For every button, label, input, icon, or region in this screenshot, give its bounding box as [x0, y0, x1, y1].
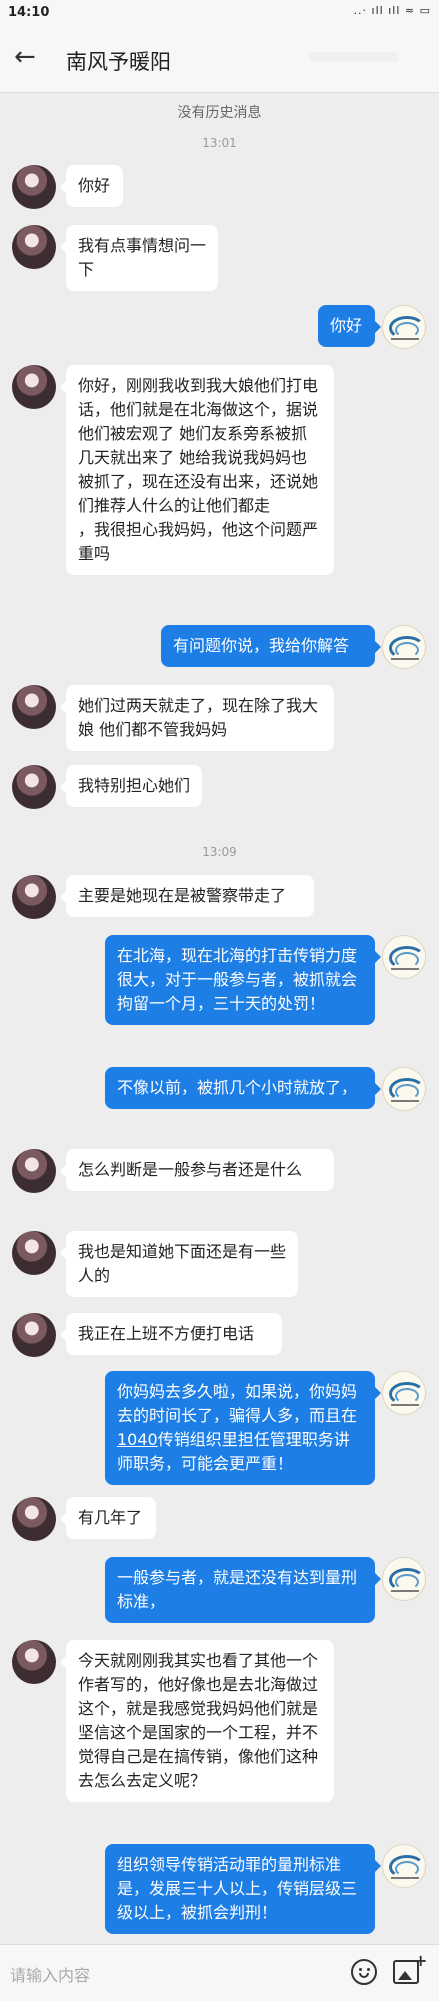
message-bubble-right[interactable]: 有问题你说，我给你解答 [161, 625, 381, 667]
contact-avatar[interactable] [12, 365, 56, 409]
message-bubble-left[interactable]: 我也是知道她下面还是有一些人的 [60, 1231, 298, 1297]
message-bubble-left[interactable]: 有几年了 [60, 1497, 156, 1539]
status-bar: 14:10 ..· ıll ıll ≈ ▭ [0, 0, 439, 28]
chat-title: 南风予暖阳 [66, 50, 171, 74]
contact-avatar[interactable] [12, 875, 56, 919]
own-avatar[interactable] [382, 1844, 426, 1888]
message-bubble-right[interactable]: 组织领导传销活动罪的量刑标准是，发展三十人以上，传销层级三级以上，被抓会判刑！ [105, 1844, 381, 1934]
message-bubble-right[interactable]: 你妈妈去多久啦，如果说，你妈妈去的时间长了，骗得人多，而且在1040传销组织里担… [105, 1371, 381, 1485]
plus-icon: + [414, 1951, 428, 1970]
contact-avatar[interactable] [12, 225, 56, 269]
own-avatar[interactable] [382, 935, 426, 979]
message-bubble-left[interactable]: 我特别担心她们 [60, 765, 202, 807]
timestamp-2: 13:09 [202, 845, 237, 859]
contact-avatar[interactable] [12, 685, 56, 729]
message-bubble-left[interactable]: 你好 [60, 165, 123, 207]
header-blur [309, 52, 399, 62]
message-bubble-left[interactable]: 我有点事情想问一下 [60, 225, 218, 291]
number-link[interactable]: 1040 [117, 1430, 158, 1449]
message-bubble-right[interactable]: 你好 [318, 305, 381, 347]
contact-avatar[interactable] [12, 1640, 56, 1684]
message-bubble-left[interactable]: 我正在上班不方便打电话 [60, 1313, 282, 1355]
message-bubble-left[interactable]: 今天就刚刚我其实也看了其他一个作者写的，他好像也是去北海做过这个，就是我感觉我妈… [60, 1640, 334, 1802]
emoji-icon[interactable] [351, 1959, 377, 1985]
contact-avatar[interactable] [12, 1149, 56, 1193]
own-avatar[interactable] [382, 1067, 426, 1111]
message-composer: 请输入内容 + [0, 1944, 439, 2001]
timestamp-1: 13:01 [202, 136, 237, 150]
own-avatar[interactable] [382, 625, 426, 669]
contact-avatar[interactable] [12, 1313, 56, 1357]
own-avatar[interactable] [382, 305, 426, 349]
message-input[interactable]: 请输入内容 [10, 1962, 90, 1986]
contact-avatar[interactable] [12, 1231, 56, 1275]
no-history-notice: 没有历史消息 [177, 105, 262, 121]
chat-header: ← 南风予暖阳 [0, 28, 439, 93]
own-avatar[interactable] [382, 1371, 426, 1415]
status-indicators: ..· ıll ıll ≈ ▭ [353, 4, 431, 17]
message-bubble-right[interactable]: 一般参与者，就是还没有达到量刑标准， [105, 1557, 381, 1623]
message-bubble-left[interactable]: 主要是她现在是被警察带走了 [60, 875, 314, 917]
message-bubble-right[interactable]: 不像以前，被抓几个小时就放了， [105, 1067, 381, 1109]
own-avatar[interactable] [382, 1557, 426, 1601]
message-text: 你妈妈去多久啦，如果说，你妈妈去的时间长了，骗得人多，而且在 [117, 1382, 358, 1425]
message-bubble-left[interactable]: 她们过两天就走了，现在除了我大娘 他们都不管我妈妈 [60, 685, 334, 751]
message-bubble-left[interactable]: 你好，刚刚我收到我大娘他们打电话，他们就是在北海做这个，据说他们被宏观了 她们友… [60, 365, 334, 575]
message-bubble-right[interactable]: 在北海，现在北海的打击传销力度很大，对于一般参与者，被抓就会拘留一个月，三十天的… [105, 935, 381, 1025]
arrow-left-icon[interactable]: ← [14, 40, 36, 74]
contact-avatar[interactable] [12, 165, 56, 209]
contact-avatar[interactable] [12, 1497, 56, 1541]
message-bubble-left[interactable]: 怎么判断是一般参与者还是什么 [60, 1149, 334, 1191]
contact-avatar[interactable] [12, 765, 56, 809]
status-time: 14:10 [8, 5, 50, 20]
